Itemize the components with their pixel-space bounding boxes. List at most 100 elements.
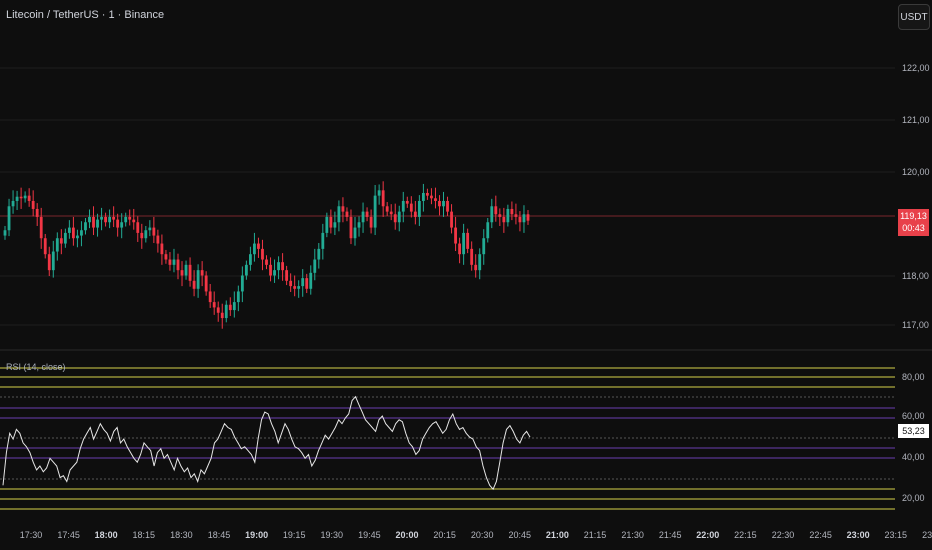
price-tick: 122,00 [902, 63, 930, 73]
candle-body [120, 222, 124, 228]
candle-body [35, 208, 39, 217]
candle-body [261, 248, 264, 260]
candle-body [84, 222, 87, 231]
candle-body [96, 219, 99, 228]
chart-canvas[interactable] [0, 0, 932, 550]
candle-body [220, 312, 224, 319]
time-tick: 20:15 [433, 530, 456, 540]
time-tick: 22:45 [809, 530, 832, 540]
price-tick: 117,00 [902, 320, 929, 330]
time-tick: 22:00 [696, 530, 720, 540]
candle-body [100, 216, 103, 220]
candle-body [23, 195, 27, 199]
candle-body [180, 270, 184, 276]
candle-body [31, 200, 35, 209]
rsi-indicator-label[interactable]: RSI (14, close) [6, 362, 66, 372]
candle-body [389, 211, 393, 215]
candle-body [365, 211, 369, 217]
candle-body [104, 216, 107, 223]
symbol-title[interactable]: Litecoin / TetherUS · 1 · Binance [6, 9, 164, 21]
time-tick: 20:45 [508, 530, 532, 540]
candle-body [88, 216, 91, 223]
rsi-line [2, 395, 531, 491]
time-tick: 21:00 [545, 530, 569, 540]
candle-body [281, 262, 285, 271]
candle-body [401, 200, 405, 212]
candle-body [67, 227, 71, 233]
candle-body [454, 227, 457, 244]
candle-body [208, 291, 212, 303]
candle-body [478, 254, 482, 271]
candle-body [204, 275, 208, 292]
bar-countdown: 00:43 [902, 223, 925, 233]
candle-body [502, 216, 506, 223]
candle-body [417, 200, 421, 217]
candle-body [438, 200, 441, 207]
candle-body [27, 195, 31, 201]
candle-body [136, 222, 140, 233]
candle-body [409, 203, 413, 212]
candle-body [514, 214, 518, 217]
candle-body [148, 227, 152, 231]
candle-body [216, 307, 220, 313]
candle-body [236, 291, 240, 303]
candle-body [273, 270, 276, 276]
rsi-tick: 80,00 [902, 372, 925, 382]
candle-body [80, 230, 83, 236]
candle-body [152, 227, 156, 236]
candle-body [329, 216, 333, 228]
candle-body [522, 214, 526, 223]
candle-body [11, 200, 15, 207]
candlestick-series [3, 181, 530, 329]
rsi-current-badge: 53,23 [898, 424, 929, 438]
candle-body [265, 259, 268, 265]
candle-body [405, 200, 409, 204]
candle-body [269, 264, 272, 276]
candle-body [240, 275, 244, 292]
candle-body [51, 251, 55, 271]
candle-body [92, 216, 95, 228]
candle-body [349, 216, 353, 239]
time-tick: 21:45 [658, 530, 682, 540]
time-tick: 17:30 [19, 530, 43, 540]
price-tick: 121,00 [902, 115, 930, 125]
candle-body [43, 238, 47, 255]
candle-body [498, 214, 502, 217]
candle-body [112, 216, 116, 220]
candle-body [63, 232, 67, 244]
candle-body [228, 304, 232, 311]
candle-body [337, 206, 341, 223]
candle-body [321, 232, 325, 249]
candle-body [140, 232, 144, 239]
candle-body [244, 264, 248, 276]
candle-body [19, 196, 23, 199]
candle-body [494, 206, 498, 215]
time-tick: 17:45 [57, 530, 80, 540]
chart-window: Litecoin / TetherUS · 1 · Binance USDT R… [0, 0, 932, 550]
candle-body [470, 248, 474, 265]
price-tick: 118,00 [902, 271, 929, 281]
candle-body [156, 235, 160, 244]
rsi-bands [0, 367, 895, 510]
candle-body [293, 286, 297, 289]
price-gridlines [0, 67, 895, 326]
candle-body [313, 259, 317, 273]
candle-body [289, 280, 293, 287]
currency-button[interactable]: USDT [898, 4, 930, 30]
time-tick: 20:30 [470, 530, 494, 540]
candle-body [526, 214, 530, 221]
time-tick: 19:45 [358, 530, 381, 540]
candle-body [76, 235, 79, 239]
candle-body [413, 211, 417, 217]
candle-body [434, 198, 437, 201]
candle-body [305, 278, 309, 289]
time-tick: 20:00 [395, 530, 419, 540]
time-tick: 19:00 [245, 530, 269, 540]
candle-body [7, 206, 11, 231]
candle-body [253, 243, 256, 255]
candle-body [55, 238, 59, 252]
price-tick: 120,00 [902, 167, 930, 177]
candle-body [506, 208, 510, 223]
candle-body [357, 222, 361, 228]
time-tick: 18:00 [94, 530, 118, 540]
